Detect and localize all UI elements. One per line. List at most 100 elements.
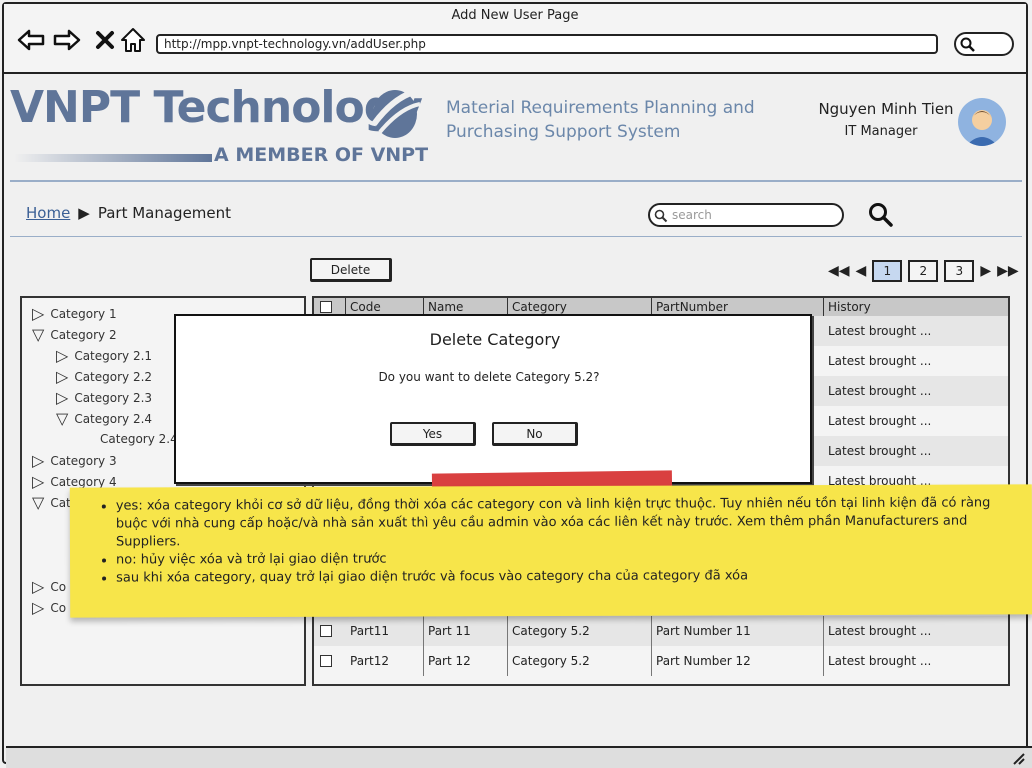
tree-item-category-2-2[interactable]: ▷ Category 2.2 — [56, 367, 152, 386]
page-2[interactable]: 2 — [908, 260, 939, 282]
collapse-arrow-icon[interactable]: ▽ — [32, 493, 44, 512]
expand-arrow-icon[interactable]: ▷ — [32, 472, 44, 491]
history-cell: Latest brought ... — [828, 414, 932, 428]
next-page-icon[interactable]: ▶ — [980, 263, 991, 279]
code-cell: Part12 — [346, 646, 424, 676]
pagination: ◀◀ ◀ 1 2 3 ▶ ▶▶ — [828, 260, 1019, 282]
header-divider — [10, 180, 1022, 182]
table-row[interactable]: Part12 Part 12 Category 5.2 Part Number … — [314, 646, 1008, 676]
column-header-history[interactable]: History — [824, 298, 1008, 316]
yes-button[interactable]: Yes — [390, 422, 476, 446]
collapse-arrow-icon[interactable]: ▽ — [32, 325, 44, 344]
user-name: Nguyen Minh Tien — [818, 100, 954, 118]
user-role: IT Manager — [844, 124, 918, 139]
expand-arrow-icon[interactable]: ▷ — [32, 577, 44, 596]
dialog-message: Do you want to delete Category 5.2? — [378, 370, 600, 384]
breadcrumb-separator-icon: ▶ — [78, 204, 90, 222]
back-arrow-icon[interactable] — [16, 26, 46, 54]
forward-arrow-icon[interactable] — [52, 26, 82, 54]
dialog-title: Delete Category — [429, 330, 561, 349]
tree-item-category-1[interactable]: ▷ Category 1 — [32, 304, 117, 323]
code-cell: Part11 — [346, 616, 424, 646]
note-item-after-delete: sau khi xóa category, quay trở lại giao … — [116, 566, 1022, 587]
browser-search-box[interactable] — [954, 32, 1014, 56]
globe-logo-icon — [371, 87, 423, 138]
tree-item-label: Cat — [50, 495, 71, 510]
system-title: Material Requirements Planning and Purch… — [446, 98, 755, 142]
tree-item-label: Category 4 — [50, 474, 117, 489]
category-cell: Category 5.2 — [508, 616, 652, 646]
tree-item-category-2-4[interactable]: ▽ Category 2.4 — [56, 409, 152, 428]
collapse-arrow-icon[interactable]: ▽ — [56, 409, 68, 428]
expand-arrow-icon[interactable]: ▷ — [56, 367, 68, 386]
history-cell: Latest brought ... — [828, 654, 932, 668]
tree-item-label: Category 2.4 — [100, 432, 178, 446]
tree-item-category-2-3[interactable]: ▷ Category 2.3 — [56, 388, 152, 407]
select-all-checkbox[interactable] — [320, 301, 332, 313]
tree-item-label: Category 2 — [50, 327, 117, 342]
expand-arrow-icon[interactable]: ▷ — [32, 598, 44, 617]
tree-item-category-2-4-child[interactable]: Category 2.4 — [100, 432, 178, 446]
logo-stripe — [14, 154, 212, 162]
expand-arrow-icon[interactable]: ▷ — [56, 346, 68, 365]
history-cell: Latest brought ... — [828, 624, 932, 638]
search-input[interactable]: search — [648, 203, 844, 227]
prev-page-icon[interactable]: ◀ — [856, 263, 867, 279]
name-cell: Part 11 — [424, 616, 508, 646]
expand-arrow-icon[interactable]: ▷ — [32, 304, 44, 323]
tree-item-label: Category 2.3 — [74, 390, 153, 405]
company-logo: VNPT Technology — [10, 82, 423, 133]
tree-item-label: Co — [50, 600, 67, 615]
expand-arrow-icon[interactable]: ▷ — [32, 451, 44, 470]
status-bar — [6, 746, 1032, 768]
tree-item-category-7[interactable]: ▷ Co — [32, 598, 66, 617]
tree-item-label: Co — [50, 579, 67, 594]
delete-button[interactable]: Delete — [310, 258, 392, 282]
history-cell: Latest brought ... — [828, 384, 932, 398]
address-bar[interactable]: http://mpp.vnpt-technology.vn/addUser.ph… — [156, 34, 938, 54]
browser-window: Add New User Page http://mpp.vnpt-techno… — [2, 2, 1032, 768]
breadcrumb-current: Part Management — [97, 204, 232, 222]
resize-grip-icon[interactable] — [1010, 751, 1026, 765]
home-icon[interactable] — [118, 26, 148, 54]
name-cell: Part 12 — [424, 646, 508, 676]
breadcrumb-home-link[interactable]: Home — [26, 204, 70, 222]
history-cell: Latest brought ... — [828, 354, 932, 368]
history-cell: Latest brought ... — [828, 324, 932, 338]
partnumber-cell: Part Number 12 — [652, 646, 824, 676]
row-checkbox[interactable] — [320, 625, 332, 637]
tree-item-label: Category 3 — [50, 453, 117, 468]
history-cell: Latest brought ... — [828, 444, 932, 458]
tree-item-label: Category 2.4 — [74, 411, 153, 426]
delete-category-dialog: Delete Category Do you want to delete Ca… — [174, 314, 812, 484]
table-row[interactable]: Part11 Part 11 Category 5.2 Part Number … — [314, 616, 1008, 646]
browser-toolbar: Add New User Page http://mpp.vnpt-techno… — [4, 4, 1026, 74]
tree-item-category-2-1[interactable]: ▷ Category 2.1 — [56, 346, 152, 365]
window-title: Add New User Page — [451, 8, 579, 23]
page-3[interactable]: 3 — [944, 260, 975, 282]
partnumber-cell: Part Number 11 — [652, 616, 824, 646]
search-icon — [960, 37, 975, 52]
tree-item-label: Category 2.1 — [74, 348, 153, 363]
tree-item-category-2[interactable]: ▽ Category 2 — [32, 325, 117, 344]
expand-arrow-icon[interactable]: ▷ — [56, 388, 68, 407]
no-button[interactable]: No — [492, 422, 578, 446]
search-button-icon[interactable] — [868, 202, 894, 228]
tree-item-category-5[interactable]: ▽ Cat — [32, 493, 71, 512]
annotation-note: yes: xóa category khỏi cơ sở dữ liệu, đồ… — [69, 484, 1032, 618]
breadcrumb-divider — [10, 236, 1022, 237]
search-field-icon — [654, 209, 668, 223]
breadcrumb: Home ▶ Part Management — [26, 204, 231, 222]
first-page-icon[interactable]: ◀◀ — [828, 263, 850, 279]
category-cell: Category 5.2 — [508, 646, 652, 676]
page-1[interactable]: 1 — [872, 260, 903, 282]
tree-item-label: Category 2.2 — [74, 369, 153, 384]
last-page-icon[interactable]: ▶▶ — [997, 263, 1019, 279]
avatar[interactable] — [958, 98, 1006, 146]
tree-item-category-3[interactable]: ▷ Category 3 — [32, 451, 117, 470]
tree-item-category-6[interactable]: ▷ Co — [32, 577, 66, 596]
close-icon[interactable] — [90, 26, 120, 54]
logo-subtitle: A MEMBER OF VNPT — [214, 144, 429, 166]
row-checkbox[interactable] — [320, 655, 332, 667]
note-item-yes: yes: xóa category khỏi cơ sở dữ liệu, đồ… — [116, 494, 1022, 551]
